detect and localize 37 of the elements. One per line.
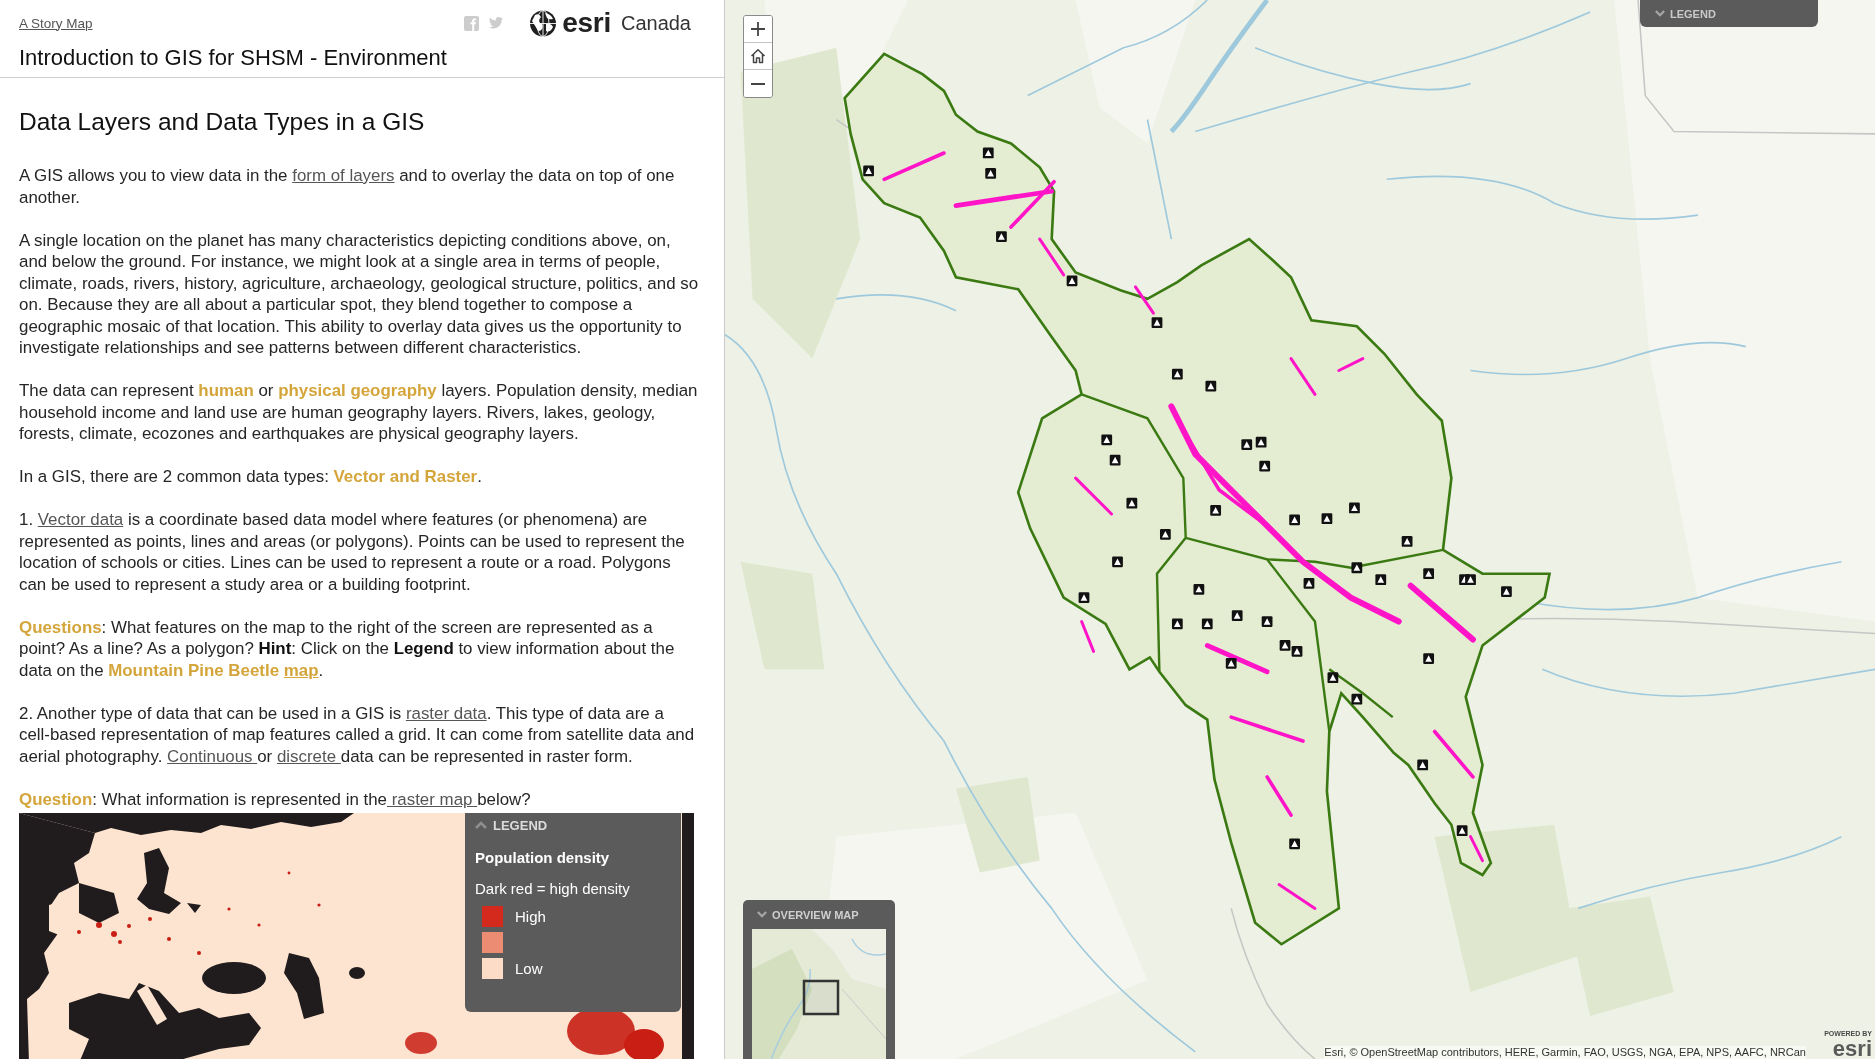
powered-by-wordmark: esri <box>1832 1038 1872 1059</box>
body-paragraph: Question: What information is represented in the raster map below? <box>19 788 532 810</box>
legend-toggle[interactable]: LEGEND <box>1640 0 1818 27</box>
text-link[interactable]: discrete <box>276 746 341 766</box>
story-map-link[interactable]: A Story Map <box>19 15 93 31</box>
body-paragraph: In a GIS, there are 2 common data types: Vector and Raster. <box>19 466 483 488</box>
brand-region-text: Canada <box>620 11 691 35</box>
terrain-map-drawing[interactable] <box>725 0 1875 1059</box>
text-link[interactable]: Continuous <box>167 746 258 766</box>
minus-icon <box>751 82 765 85</box>
map-attribution: Esri, © OpenStreetMap contributors, HERE, Garmin, FAO, USGS, NGA, EPA, NPS, AAFC, NRCan <box>1324 1046 1806 1059</box>
body-paragraph: A GIS allows you to view data in the form of layers and to overlay the data on top of one another. <box>19 165 676 208</box>
brand-wordmark: esri <box>562 8 611 38</box>
legend-note: Dark red = high density <box>475 879 631 899</box>
text-link[interactable]: raster data <box>405 703 487 723</box>
legend-label: High <box>515 906 546 927</box>
body-paragraph: 2. Another type of data that can be used in a GIS is raster data. This type of data are a cell-based representation of map features called a grid. It can come from satellite data and aerial photography. Continuous or discrete data can be represented in raster form. <box>19 702 696 767</box>
body-paragraph: A single location on the planet has many characteristics depicting conditions above, on, and below the ground. For instance, we might look at a single area in terms of people, climate, roads, rivers, history, agriculture, archaeology, geological structure, politics, and so on. Because they are all about a particular spot, they blend together to compose a geographic mosaic of that location. This ability to overlay data gives us the opportunity to investigate relationships and see patterns between different characteristics. <box>19 229 699 359</box>
story-title: Introduction to GIS for SHSM - Environment <box>19 46 447 70</box>
chevron-down-icon <box>757 911 767 918</box>
chevron-up-icon <box>475 821 487 829</box>
chevron-down-icon <box>1655 10 1665 17</box>
body-paragraph: The data can represent human or physical geography layers. Population density, median household income and land use are human geography layers. Rivers, lakes, geology, forests, climate, ecozones and earthquakes are physical geography layers. <box>19 380 699 445</box>
plus-icon <box>751 22 765 36</box>
text-link[interactable]: raster map <box>387 789 478 809</box>
legend-label: Low <box>515 958 543 979</box>
zoom-in-button[interactable] <box>744 16 772 43</box>
legend-toggle[interactable]: LEGEND <box>465 813 548 837</box>
body-paragraph: Questions: What features on the map to the right of the screen are represented as a point? As a line? As a polygon? Hint: Click on the Legend to view information about the data on the Mountain Pine Beetle map. <box>19 616 676 681</box>
body-paragraph: 1. Vector data is a coordinate based data model where features (or phenomena) are represented as points, lines and areas (or polygons). Points can be used to represent the location of schools or cities. Lines can be used to represent a route or a road. Polygons can be used to represent a study area or a building footprint. <box>19 509 686 595</box>
text-link[interactable]: form of layers <box>292 166 395 185</box>
legend-layer-title: Population density <box>475 848 611 868</box>
home-icon <box>750 48 766 64</box>
text-link[interactable]: Vector data <box>37 510 124 529</box>
globe-icon <box>529 8 558 38</box>
overview-toggle[interactable]: OVERVIEW MAP <box>752 900 859 929</box>
section-heading: Data Layers and Data Types in a GIS <box>19 107 425 137</box>
